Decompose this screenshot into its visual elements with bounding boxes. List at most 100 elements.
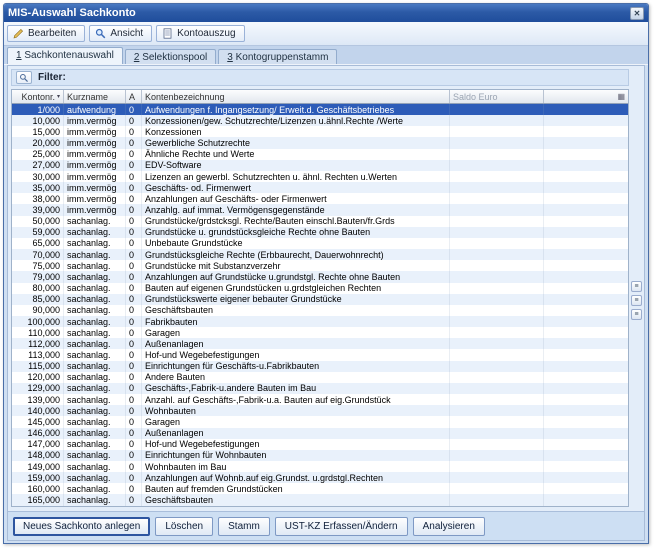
table-row[interactable]: 15,000imm.vermög0Konzessionen [12, 126, 628, 137]
table-cell [450, 260, 544, 271]
grid-body: 1/000aufwendung0Aufwendungen f. Ingangse… [12, 104, 628, 506]
table-cell: Anzahlungen auf Geschäfts- oder Firmenwe… [142, 193, 450, 204]
bearbeiten-label: Bearbeiten [28, 28, 76, 39]
column-header[interactable]: Kontonr.▾ [12, 90, 64, 103]
table-row[interactable]: 113,000sachanlag.0Hof-und Wegebefestigun… [12, 349, 628, 360]
table-cell [544, 372, 628, 383]
table-row[interactable]: 145,000sachanlag.0Garagen [12, 416, 628, 427]
side-button-2[interactable]: ≡ [631, 295, 642, 306]
table-row[interactable]: 25,000imm.vermög0Ähnliche Rechte und Wer… [12, 149, 628, 160]
table-row[interactable]: 27,000imm.vermög0EDV-Software [12, 160, 628, 171]
table-row[interactable]: 160,000sachanlag.0Bauten auf fremden Gru… [12, 483, 628, 494]
table-cell: 0 [126, 316, 142, 327]
table-row[interactable]: 147,000sachanlag.0Hof-und Wegebefestigun… [12, 439, 628, 450]
table-row[interactable]: 30,000imm.vermög0Lizenzen an gewerbl. Sc… [12, 171, 628, 182]
table-row[interactable]: 35,000imm.vermög0Geschäfts- od. Firmenwe… [12, 182, 628, 193]
table-row[interactable]: 115,000sachanlag.0Einrichtungen für Gesc… [12, 361, 628, 372]
column-header[interactable]: Saldo Euro [450, 90, 544, 103]
table-row[interactable]: 79,000sachanlag.0Anzahlungen auf Grundst… [12, 271, 628, 282]
table-row[interactable]: 70,000sachanlag.0Grundstücksgleiche Rech… [12, 249, 628, 260]
table-cell: 0 [126, 271, 142, 282]
table-cell: 0 [126, 260, 142, 271]
table-row[interactable]: 139,000sachanlag.0Anzahl. auf Geschäfts-… [12, 394, 628, 405]
table-cell [544, 249, 628, 260]
column-header[interactable]: A [126, 90, 142, 103]
table-row[interactable]: 85,000sachanlag.0Grundstückswerte eigene… [12, 294, 628, 305]
table-cell: Bauten auf eigenen Grundstücken u.grdstg… [142, 283, 450, 294]
table-cell: sachanlag. [64, 394, 126, 405]
table-cell: 30,000 [12, 171, 64, 182]
table-row[interactable]: 1/000aufwendung0Aufwendungen f. Ingangse… [12, 104, 628, 115]
table-cell: 25,000 [12, 149, 64, 160]
search-icon[interactable] [16, 71, 32, 84]
loeschen-button[interactable]: Löschen [155, 517, 213, 536]
table-cell [450, 182, 544, 193]
table-row[interactable]: 146,000sachanlag.0Außenanlagen [12, 428, 628, 439]
table-row[interactable]: 38,000imm.vermög0Anzahlungen auf Geschäf… [12, 193, 628, 204]
table-cell: 115,000 [12, 361, 64, 372]
tab-kontogruppenstamm[interactable]: 3 Kontogruppenstamm [218, 49, 337, 64]
titlebar[interactable]: MIS-Auswahl Sachkonto ✕ [4, 4, 648, 22]
table-cell [450, 483, 544, 494]
table-row[interactable]: 65,000sachanlag.0Unbebaute Grundstücke [12, 238, 628, 249]
table-cell: Anzahl. auf Geschäfts-,Fabrik-u.a. Baute… [142, 394, 450, 405]
table-cell: 0 [126, 126, 142, 137]
table-row[interactable]: 39,000imm.vermög0Anzahlg. auf immat. Ver… [12, 204, 628, 215]
table-cell: 0 [126, 428, 142, 439]
stamm-button[interactable]: Stamm [218, 517, 270, 536]
table-row[interactable]: 75,000sachanlag.0Grundstücke mit Substan… [12, 260, 628, 271]
kontoauszug-button[interactable]: Kontoauszug [156, 25, 244, 42]
table-cell [450, 137, 544, 148]
table-row[interactable]: 110,000sachanlag.0Garagen [12, 327, 628, 338]
table-cell [450, 227, 544, 238]
table-cell: 0 [126, 439, 142, 450]
table-row[interactable]: 120,000sachanlag.0Andere Bauten [12, 372, 628, 383]
close-button[interactable]: ✕ [630, 7, 644, 20]
table-cell [544, 316, 628, 327]
table-row[interactable]: 149,000sachanlag.0Wohnbauten im Bau [12, 461, 628, 472]
column-header[interactable]: Kurzname [64, 90, 126, 103]
table-row[interactable]: 59,000sachanlag.0Grundstücke u. grundstü… [12, 227, 628, 238]
neues-sachkonto-button[interactable]: Neues Sachkonto anlegen [13, 517, 150, 536]
table-row[interactable]: 165,000sachanlag.0Geschäftsbauten [12, 494, 628, 505]
side-button-1[interactable]: ≡ [631, 281, 642, 292]
table-cell: Grundstücke u. grundstücksgleiche Rechte… [142, 227, 450, 238]
column-header[interactable]: ▦ [544, 90, 628, 103]
ansicht-button[interactable]: Ansicht [89, 25, 152, 42]
table-cell [450, 160, 544, 171]
table-row[interactable]: 50,000sachanlag.0Grundstücke/grdstcksgl.… [12, 216, 628, 227]
table-cell [450, 238, 544, 249]
table-cell: sachanlag. [64, 238, 126, 249]
table-cell [450, 171, 544, 182]
tab-sachkontenauswahl[interactable]: 1 Sachkontenauswahl [7, 47, 123, 64]
table-cell: 0 [126, 149, 142, 160]
column-chooser-icon[interactable]: ▦ [617, 92, 625, 101]
table-cell: 0 [126, 383, 142, 394]
bearbeiten-button[interactable]: Bearbeiten [7, 25, 85, 42]
table-cell: 100,000 [12, 316, 64, 327]
table-cell [450, 428, 544, 439]
side-button-3[interactable]: ≡ [631, 309, 642, 320]
table-cell: imm.vermög [64, 137, 126, 148]
table-row[interactable]: 112,000sachanlag.0Außenanlagen [12, 338, 628, 349]
table-row[interactable]: 129,000sachanlag.0Geschäfts-,Fabrik-u.an… [12, 383, 628, 394]
table-cell [450, 249, 544, 260]
table-cell [450, 349, 544, 360]
table-row[interactable]: 90,000sachanlag.0Geschäftsbauten [12, 305, 628, 316]
analysieren-button[interactable]: Analysieren [413, 517, 485, 536]
table-row[interactable]: 100,000sachanlag.0Fabrikbauten [12, 316, 628, 327]
table-cell: sachanlag. [64, 483, 126, 494]
table-row[interactable]: 10,000imm.vermög0Konzessionen/gew. Schut… [12, 115, 628, 126]
table-row[interactable]: 159,000sachanlag.0Anzahlungen auf Wohnb.… [12, 472, 628, 483]
table-cell [450, 361, 544, 372]
table-cell [544, 383, 628, 394]
table-row[interactable]: 148,000sachanlag.0Einrichtungen für Wohn… [12, 450, 628, 461]
table-cell [544, 182, 628, 193]
tab-selektionspool[interactable]: 2 Selektionspool [125, 49, 216, 64]
table-cell [544, 204, 628, 215]
ustkz-button[interactable]: UST-KZ Erfassen/Ändern [275, 517, 408, 536]
table-row[interactable]: 140,000sachanlag.0Wohnbauten [12, 405, 628, 416]
table-row[interactable]: 20,000imm.vermög0Gewerbliche Schutzrecht… [12, 137, 628, 148]
table-row[interactable]: 80,000sachanlag.0Bauten auf eigenen Grun… [12, 283, 628, 294]
column-header[interactable]: Kontenbezeichnung [142, 90, 450, 103]
